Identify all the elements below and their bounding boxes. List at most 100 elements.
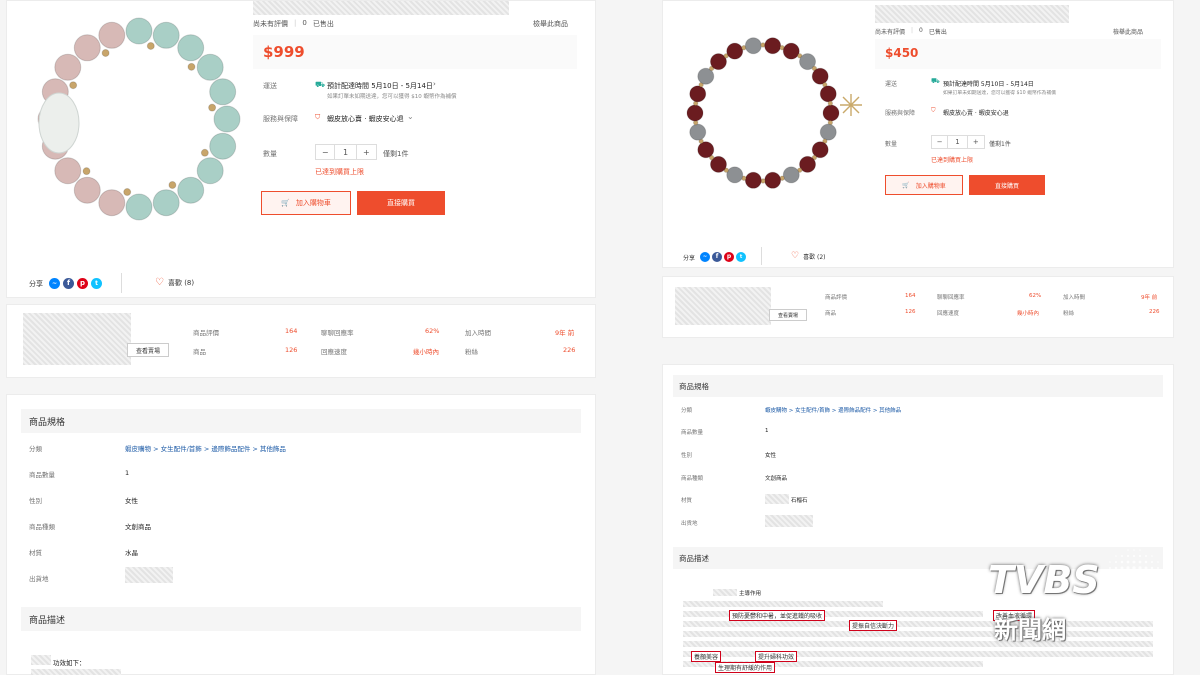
- halftone-dot: [1144, 572, 1148, 576]
- view-shop-button[interactable]: 查看賣場: [769, 309, 807, 321]
- pinterest-icon[interactable]: p: [724, 252, 735, 262]
- halftone-dot: [1133, 549, 1135, 551]
- halftone-dot: [1114, 578, 1118, 582]
- blurred-title: [253, 1, 509, 15]
- facebook-icon[interactable]: f: [712, 252, 723, 262]
- bead: [819, 123, 837, 141]
- halftone-dot: [1121, 555, 1123, 557]
- right-like-row[interactable]: ♡ 喜歡 (2): [791, 251, 826, 262]
- view-shop-button[interactable]: 查看賣場: [127, 343, 169, 357]
- halftone-dot: [1132, 596, 1136, 600]
- halftone-dot: [1120, 596, 1124, 600]
- halftone-dot: [1109, 591, 1111, 593]
- cart-icon: 🛒: [902, 181, 910, 189]
- rating-label[interactable]: 尚未有評價: [875, 27, 905, 36]
- heart-icon: ♡: [791, 251, 800, 261]
- left-product-image[interactable]: [11, 1, 241, 263]
- halftone-dot: [1109, 597, 1111, 599]
- service-value[interactable]: 蝦皮放心賣 · 蝦皮安心退: [327, 114, 404, 124]
- halftone-dot: [1126, 566, 1130, 570]
- pinterest-icon[interactable]: p: [77, 278, 88, 289]
- spec-value: 1: [125, 469, 130, 477]
- service-value[interactable]: 蝦皮放心賣 · 蝦皮安心退: [943, 108, 1009, 117]
- halftone-dot: [1150, 590, 1154, 594]
- halftone-dot: [1150, 572, 1154, 576]
- left-like-row[interactable]: ♡ 喜歡 (8): [155, 278, 194, 288]
- halftone-dot: [1156, 584, 1160, 588]
- desc-blurred: [683, 601, 883, 607]
- bead: [125, 17, 153, 45]
- breadcrumb[interactable]: 蝦皮購物 > 女生配件/首飾 > 邊際飾品配件 > 其他飾品: [125, 443, 286, 453]
- halftone-dot: [1145, 555, 1147, 557]
- buy-now-button[interactable]: 直接購買: [357, 191, 445, 215]
- spec-label: 商品數量: [681, 430, 704, 436]
- breadcrumb[interactable]: 蝦皮購物 > 女生配件/首飾 > 邊際飾品配件 > 其他飾品: [765, 406, 901, 414]
- bead: [726, 166, 744, 184]
- halftone-dot: [1126, 572, 1130, 576]
- plus-button[interactable]: +: [968, 136, 984, 148]
- messenger-icon[interactable]: ~: [49, 278, 60, 289]
- minus-button[interactable]: −: [316, 145, 336, 159]
- quantity-label: 數量: [885, 141, 898, 148]
- quantity-label: 數量: [263, 150, 277, 158]
- buy-now-button[interactable]: 直接購買: [969, 175, 1045, 195]
- halftone-dot: [1132, 584, 1136, 588]
- chevron-right-icon[interactable]: ›: [433, 80, 436, 88]
- desc-title-bar: 商品描述: [21, 607, 581, 631]
- halftone-dot: [1114, 590, 1118, 594]
- separator: [761, 247, 762, 265]
- left-spec-panel: 商品規格 分類 蝦皮購物 > 女生配件/首飾 > 邊際飾品配件 > 其他飾品 商…: [6, 394, 596, 675]
- messenger-icon[interactable]: ~: [700, 252, 711, 262]
- spec-label: 材質: [681, 498, 693, 504]
- tvbs-watermark: TVBS 新聞網: [984, 544, 1170, 648]
- report-link[interactable]: 檢舉此商品: [533, 19, 568, 29]
- rating-label[interactable]: 尚未有評價: [253, 19, 288, 29]
- gold-spacer: [208, 103, 217, 112]
- quantity-input[interactable]: 1: [948, 136, 968, 148]
- bead: [822, 104, 840, 122]
- heart-icon: ♡: [155, 277, 164, 288]
- halftone-dot: [1108, 578, 1112, 582]
- bead: [686, 104, 704, 122]
- truck-icon: ⛟: [931, 77, 940, 85]
- report-link[interactable]: 檢舉此商品: [1113, 27, 1143, 36]
- halftone-dot: [1120, 560, 1124, 564]
- bead: [98, 21, 126, 49]
- spec-value-blurred: [125, 567, 173, 583]
- twitter-icon[interactable]: t: [91, 278, 102, 289]
- desc-title: 商品描述: [29, 616, 66, 626]
- spec-title-bar: 商品規格: [673, 375, 1163, 397]
- facebook-icon[interactable]: f: [63, 278, 74, 289]
- share-label: 分享: [29, 279, 43, 288]
- stat-label: 商品: [825, 311, 837, 317]
- quantity-input[interactable]: 1: [335, 145, 357, 159]
- halftone-dot: [1126, 584, 1130, 588]
- right-product-image[interactable]: [667, 1, 863, 241]
- crystal-bracelet-image: [37, 17, 241, 221]
- plus-button[interactable]: +: [357, 145, 376, 159]
- stat-label: 加入時間: [1063, 295, 1086, 301]
- spec-value: 文創商品: [765, 476, 788, 482]
- halftone-dot: [1108, 584, 1112, 588]
- halftone-dot: [1103, 579, 1105, 581]
- sold-label: 已售出: [928, 29, 947, 36]
- minus-button[interactable]: −: [932, 136, 949, 148]
- bead: [54, 53, 82, 81]
- bead: [213, 105, 241, 133]
- twitter-icon[interactable]: t: [736, 252, 747, 262]
- service-label: 服務與保障: [263, 115, 298, 123]
- bead: [782, 42, 800, 60]
- bead: [689, 85, 707, 103]
- halftone-dot: [1126, 578, 1130, 582]
- sold-count: 0: [302, 19, 307, 27]
- right-share-row: 分享 ~ f p t: [683, 252, 747, 262]
- halftone-dot: [1114, 560, 1118, 564]
- left-price-box: $999: [253, 35, 577, 69]
- shop-avatar: [675, 287, 771, 325]
- halftone-dot: [1157, 567, 1159, 569]
- add-to-cart-button[interactable]: 🛒 加入購物車: [885, 175, 963, 195]
- chevron-down-icon[interactable]: ⌄: [407, 112, 414, 121]
- stat-value: 幾小時內: [1017, 311, 1040, 317]
- add-to-cart-button[interactable]: 🛒 加入購物車: [261, 191, 351, 215]
- stat-label: 粉絲: [1063, 311, 1075, 317]
